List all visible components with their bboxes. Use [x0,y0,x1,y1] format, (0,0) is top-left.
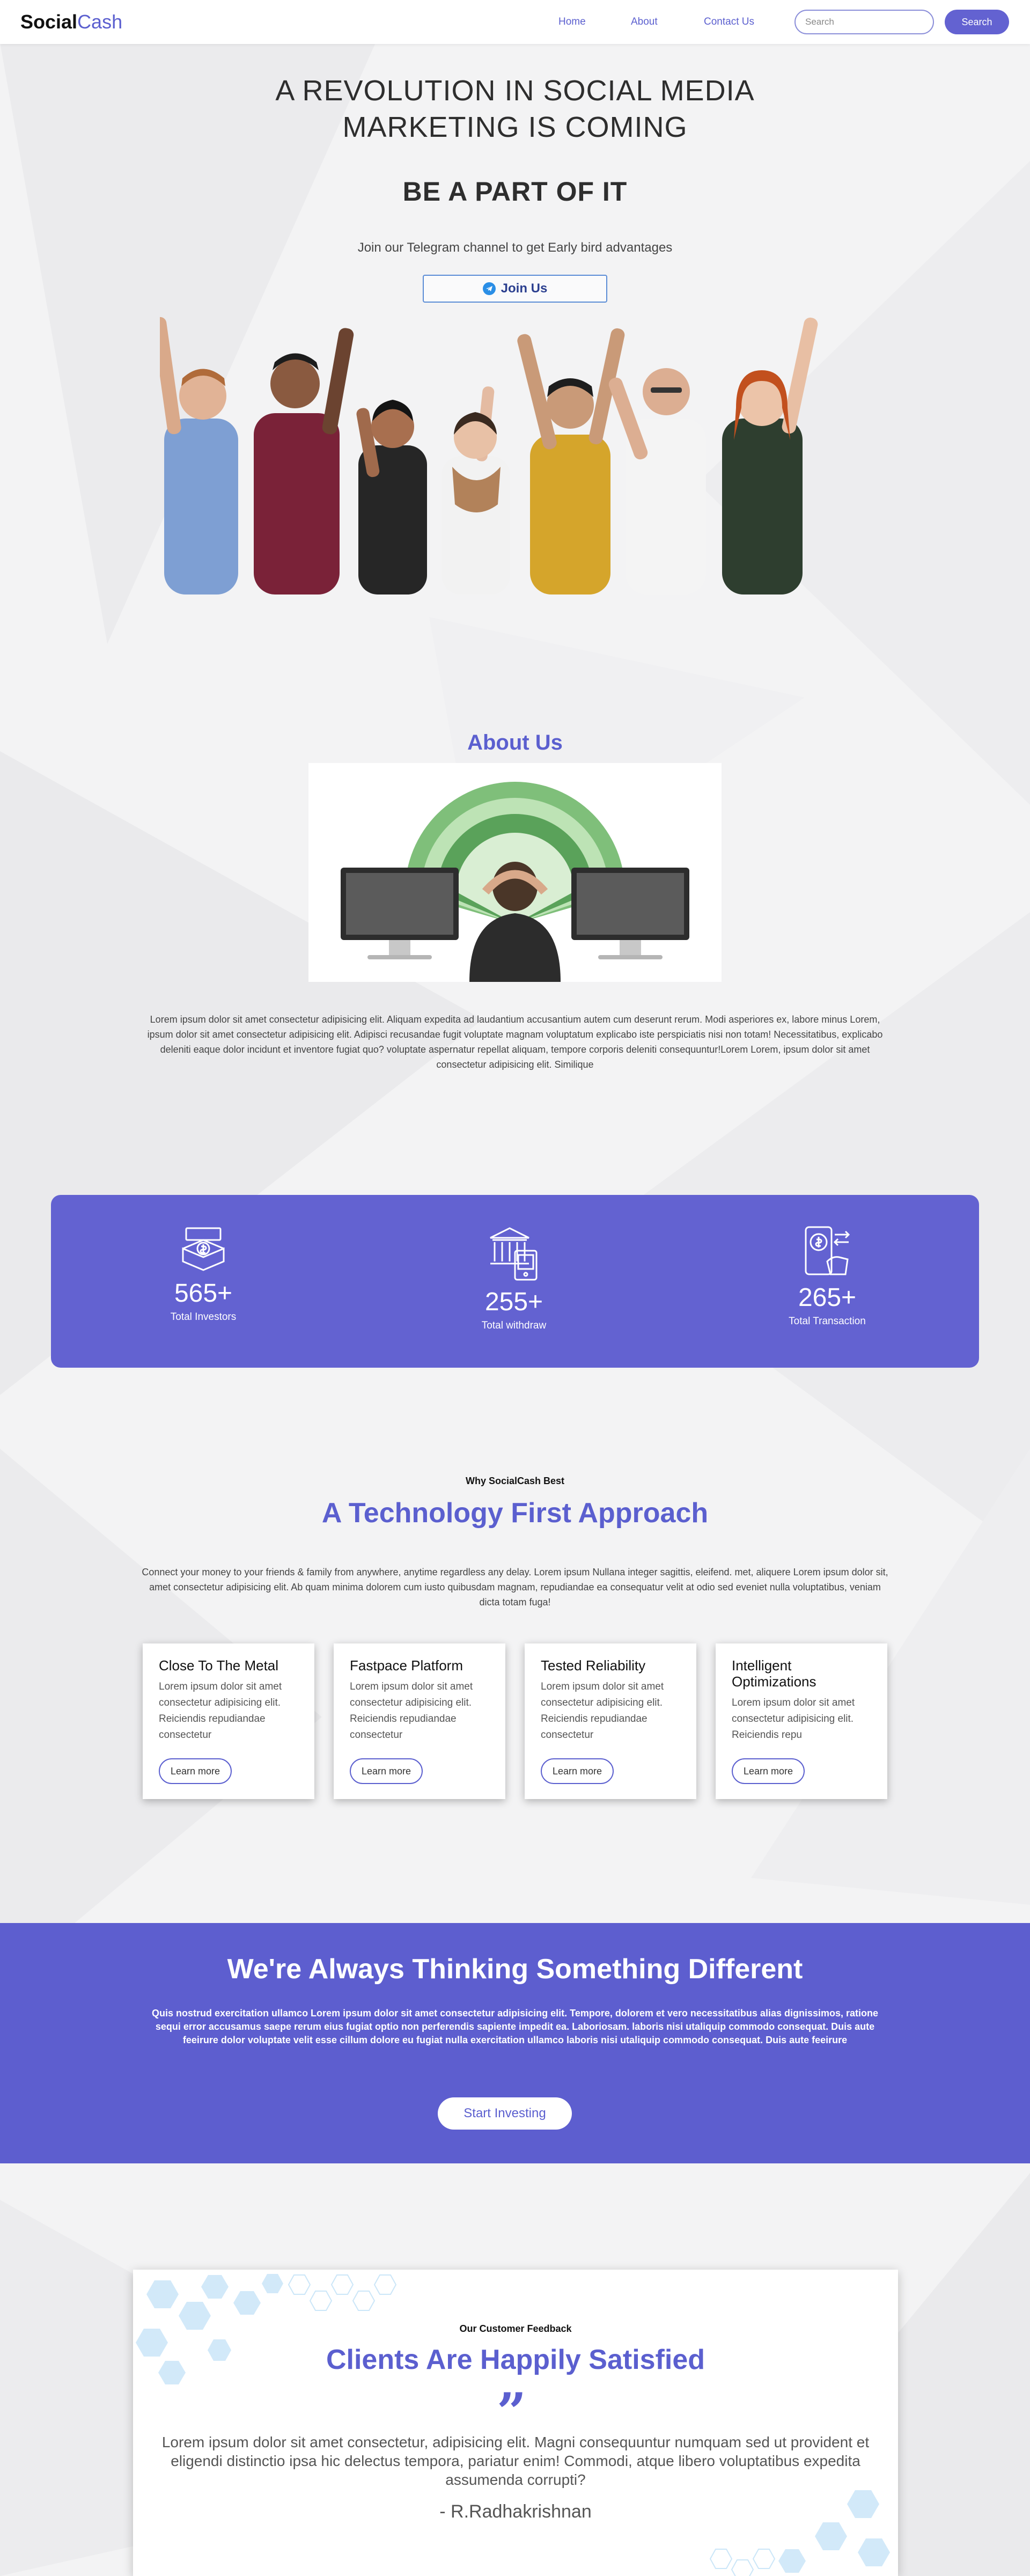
search-button[interactable]: Search [945,10,1009,34]
nav-link-contact[interactable]: Contact Us [704,16,754,28]
feature-card: Tested Reliability Lorem ipsum dolor sit… [525,1643,696,1799]
stat-transaction-label: Total Transaction [789,1316,866,1327]
quote-icon: ” [497,2382,527,2442]
join-us-label: Join Us [501,281,548,296]
investment-box-icon [182,1227,225,1271]
about-image [308,763,722,982]
person-1 [160,317,238,595]
feature-card-text: Lorem ipsum dolor sit amet consectetur a… [732,1697,855,1741]
hero-subtitle: BE A PART OF IT [402,177,628,207]
why-small-title: Why SocialCash Best [465,1476,565,1486]
feature-card-text: Lorem ipsum dolor sit amet consectetur a… [350,1681,473,1741]
stat-withdraw-value: 255+ [484,1288,543,1316]
person-5 [517,328,625,595]
hero-text: Join our Telegram channel to get Early b… [357,240,673,255]
hero-title: A REVOLUTION IN SOCIAL MEDIA MARKETING I… [275,75,755,143]
person-6 [608,368,706,595]
stat-investors: 565+ Total Investors [101,1195,305,1323]
stat-investors-value: 565+ [174,1279,233,1308]
bank-withdraw-icon [490,1227,538,1281]
stat-investors-label: Total Investors [170,1311,237,1323]
search-input[interactable] [794,10,934,34]
feature-card-title: Tested Reliability [541,1657,646,1674]
person-3 [356,400,427,595]
stat-transaction: 265+ Total Transaction [725,1195,929,1327]
stat-transaction-value: 265+ [798,1283,857,1312]
feature-card: Close To The Metal Lorem ipsum dolor sit… [143,1643,314,1799]
learn-more-button[interactable]: Learn more [159,1758,232,1784]
feedback-small-title: Our Customer Feedback [459,2323,572,2334]
person-4 [442,386,510,595]
feedback-card: Our Customer Feedback Clients Are Happil… [133,2270,898,2576]
cta-band-text: Quis nostrud exercitation ullamco Lorem … [152,2008,878,2045]
telegram-icon [482,282,496,295]
nav-link-about[interactable]: About [631,16,658,28]
brand-logo[interactable]: SocialCash [20,11,122,33]
join-us-button[interactable]: Join Us [423,275,607,303]
stats-panel: 565+ Total Investors 255+ Total withdraw [51,1195,979,1368]
feature-card-text: Lorem ipsum dolor sit amet consectetur a… [159,1681,282,1741]
mobile-transfer-icon [805,1226,850,1275]
stat-withdraw-label: Total withdraw [481,1320,547,1331]
feature-card-title: Fastpace Platform [350,1657,463,1674]
why-text: Connect your money to your friends & fam… [142,1567,888,1608]
why-title: A Technology First Approach [321,1498,709,1529]
learn-more-button[interactable]: Learn more [732,1758,805,1784]
person-7 [722,317,818,595]
person-2 [254,328,354,595]
feedback-title: Clients Are Happily Satisfied [326,2344,705,2375]
feature-card-title: Close To The Metal [159,1657,279,1674]
feature-card-title: Intelligent Optimizations [732,1657,816,1690]
learn-more-button[interactable]: Learn more [541,1758,614,1784]
feedback-author: - R.Radhakrishnan [439,2501,592,2522]
nav-link-home[interactable]: Home [558,16,586,28]
stat-withdraw: 255+ Total withdraw [412,1195,616,1332]
feature-card-text: Lorem ipsum dolor sit amet consectetur a… [541,1681,664,1741]
about-title: About Us [467,731,563,754]
feature-card: Intelligent Optimizations Lorem ipsum do… [716,1643,887,1799]
cta-band: We're Always Thinking Something Differen… [0,1923,1030,2163]
feedback-text: Lorem ipsum dolor sit amet consectetur, … [161,2434,870,2488]
start-investing-button[interactable]: Start Investing [438,2097,572,2130]
navbar: SocialCash Home About Contact Us Search [0,0,1030,44]
learn-more-button[interactable]: Learn more [350,1758,423,1784]
feature-card: Fastpace Platform Lorem ipsum dolor sit … [334,1643,505,1799]
about-text: Lorem ipsum dolor sit amet consectetur a… [147,1014,883,1070]
brand-logo-part1: Social [20,11,78,33]
team-photo [160,317,818,595]
cta-band-title: We're Always Thinking Something Differen… [227,1954,803,1985]
brand-logo-part2: Cash [77,11,123,33]
